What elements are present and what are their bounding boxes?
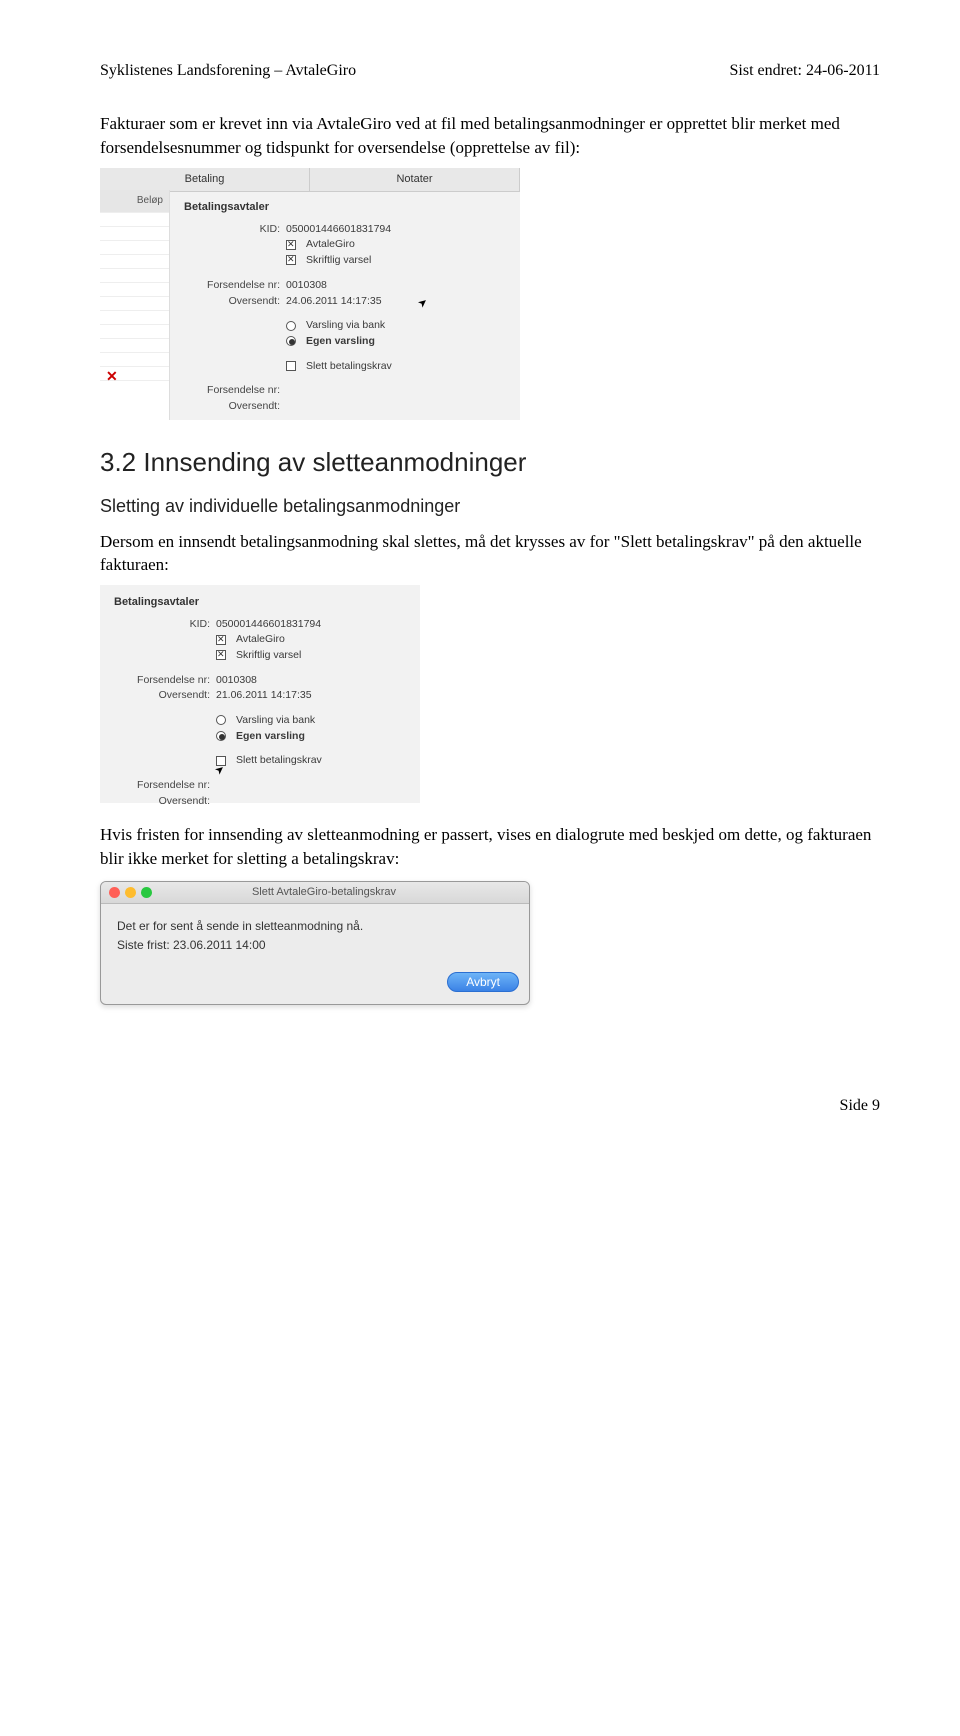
slett-betalingskrav-label: Slett betalingskrav [306,359,392,374]
header-left: Syklistenes Landsforening – AvtaleGiro [100,60,356,82]
subheading-sletting: Sletting av individuelle betalingsanmodn… [100,494,880,519]
section-title-2: Betalingsavtaler [114,595,406,610]
window-zoom-icon[interactable] [141,887,152,898]
forsendelse2-label: Forsendelse nr: [184,383,280,398]
dialog-title: Slett AvtaleGiro-betalingskrav [157,885,521,900]
kid-value-2: 050001446601831794 [216,617,321,632]
paragraph-1: Fakturaer som er krevet inn via AvtaleGi… [100,112,880,160]
skriftlig-varsel-label-2: Skriftlig varsel [236,648,301,663]
window-close-icon[interactable] [109,887,120,898]
tab-betaling[interactable]: Betaling [100,168,310,191]
kid-value: 050001446601831794 [286,222,391,237]
avtalegiro-checkbox-2[interactable] [216,635,226,645]
egen-varsling-label: Egen varsling [306,334,375,349]
forsendelse-nr-label: Forsendelse nr: [184,278,280,293]
close-icon[interactable]: ✕ [100,367,169,381]
paragraph-2: Dersom en innsendt betalingsanmodning sk… [100,530,880,578]
paragraph-3: Hvis fristen for innsending av sletteanm… [100,823,880,871]
varsling-via-bank-radio[interactable] [286,321,296,331]
amount-column-header: Beløp [100,190,169,213]
kid-label-2: KID: [114,617,210,632]
oversendt-value-2: 21.06.2011 14:17:35 [216,688,312,703]
forsendelse-nr-value: 0010308 [286,278,327,293]
forsendelse-nr-label-2: Forsendelse nr: [114,673,210,688]
dialog-titlebar: Slett AvtaleGiro-betalingskrav [101,882,529,904]
avtalegiro-label-2: AvtaleGiro [236,632,285,647]
screenshot-panel-betalingsavtaler-2: Betalingsavtaler KID: 050001446601831794… [100,585,420,803]
tab-notater[interactable]: Notater [310,168,520,191]
forsendelse-nr-value-2: 0010308 [216,673,257,688]
cursor-icon [419,296,429,308]
varsling-via-bank-label-2: Varsling via bank [236,713,315,728]
section-title: Betalingsavtaler [184,200,506,215]
avtalegiro-label: AvtaleGiro [306,237,355,252]
forsendelse2-label-2: Forsendelse nr: [114,778,210,793]
heading-3-2: 3.2 Innsending av sletteanmodninger [100,444,880,480]
avbryt-button[interactable]: Avbryt [447,972,519,992]
header-right: Sist endret: 24-06-2011 [730,60,881,82]
kid-label: KID: [184,222,280,237]
oversendt-label: Oversendt: [184,294,280,309]
dialog-slett-avtalegiro: Slett AvtaleGiro-betalingskrav Det er fo… [100,881,530,1005]
oversendt-value: 24.06.2011 14:17:35 [286,294,382,309]
skriftlig-varsel-label: Skriftlig varsel [306,253,371,268]
varsling-via-bank-radio-2[interactable] [216,715,226,725]
varsling-via-bank-label: Varsling via bank [306,318,385,333]
skriftlig-varsel-checkbox[interactable] [286,255,296,265]
skriftlig-varsel-checkbox-2[interactable] [216,650,226,660]
slett-betalingskrav-checkbox[interactable] [286,361,296,371]
slett-betalingskrav-checkbox-2[interactable] [216,756,226,766]
screenshot-panel-betalingsavtaler-1: Betaling Notater Beløp ✕ Betalingsavtale… [100,168,520,420]
amount-column: Beløp ✕ [100,190,170,420]
avtalegiro-checkbox[interactable] [286,240,296,250]
slett-betalingskrav-label-2: Slett betalingskrav [236,753,322,768]
dialog-message-line1: Det er for sent å sende in sletteanmodni… [117,918,513,935]
oversendt2-label: Oversendt: [184,399,280,414]
oversendt2-label-2: Oversendt: [114,794,210,809]
dialog-body: Det er for sent å sende in sletteanmodni… [101,904,529,968]
egen-varsling-label-2: Egen varsling [236,729,305,744]
page-header: Syklistenes Landsforening – AvtaleGiro S… [100,60,880,82]
egen-varsling-radio-2[interactable] [216,731,226,741]
window-minimize-icon[interactable] [125,887,136,898]
egen-varsling-radio[interactable] [286,336,296,346]
oversendt-label-2: Oversendt: [114,688,210,703]
dialog-message-line2: Siste frist: 23.06.2011 14:00 [117,937,513,954]
page-footer: Side 9 [100,1095,880,1117]
